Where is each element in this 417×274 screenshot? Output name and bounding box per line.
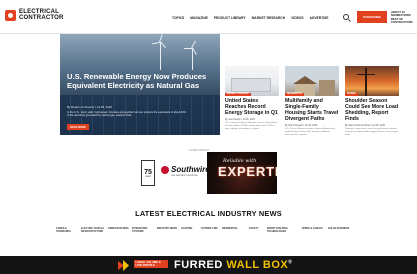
bottom-ad-tagline: LARGE VOLUME & LOW PROFILE [134, 260, 168, 269]
category-tag[interactable]: RESIDENTIAL [285, 92, 305, 96]
article-title[interactable]: United States Reaches Record Energy Stor… [225, 98, 279, 117]
nav-item-advertise[interactable]: ADVERTISE [310, 16, 329, 20]
nav-item-product-library[interactable]: PRODUCT LIBRARY [214, 16, 246, 20]
site-logo[interactable]: ELECTRICAL CONTRACTOR [5, 9, 64, 22]
subscribe-button[interactable]: SUBSCRIBE [357, 11, 387, 23]
category-link[interactable]: WIRES & CABLES [302, 227, 328, 230]
category-link[interactable]: CODES & STANDARDS [56, 227, 82, 233]
latest-news-heading: LATEST ELECTRICAL INDUSTRY NEWS [135, 209, 282, 218]
main-nav: TOPICS MAGAZINE PRODUCT LIBRARY MARKET R… [172, 16, 334, 20]
hero-byline: By Modern Contractor | Jul 28, 2025 [67, 105, 112, 109]
hero-description: In the U.S., wind, solar, hydropower, bi… [67, 111, 187, 118]
turbine-blade [184, 48, 192, 49]
category-link[interactable]: RESIDENTIAL [222, 227, 248, 230]
nav-item-videos[interactable]: VIDEOS [291, 16, 303, 20]
southwire-ad[interactable]: 75 YEARS Southwire ONE PARTNER. EXPERTIS… [141, 152, 277, 194]
article-image[interactable]: RESIDENTIAL [285, 66, 339, 96]
nav-item-topics[interactable]: TOPICS [172, 16, 184, 20]
hero-title[interactable]: U.S. Renewable Energy Now Produces Equiv… [67, 72, 217, 90]
category-nav: CODES & STANDARDS ELECTRIC VEHICLE INFRA… [56, 227, 356, 239]
category-tag[interactable]: ENERGY STORAGE [225, 92, 251, 96]
bottom-ad-product: FURRED WALL BOX® [174, 259, 292, 271]
badge-number: 75 [144, 168, 152, 176]
category-link[interactable]: ELECTRIC VEHICLE INFRASTRUCTURE [81, 227, 107, 233]
ad-brand-sub: ONE PARTNER. EXPERTISE. [171, 175, 199, 177]
power-line-image [357, 74, 375, 75]
article-image[interactable]: ENERGY STORAGE [225, 66, 279, 96]
article-description: U.S. Census Bureau numbers show multifam… [285, 128, 335, 137]
wind-turbine-image [160, 42, 161, 70]
article-title[interactable]: Shoulder Season Could See More Load Shed… [345, 98, 399, 123]
category-link[interactable]: GREEN BUILDING [108, 227, 134, 230]
header-promo[interactable]: ABOUT 40 NOMINATIONS BEST OF CONTRACTORS [391, 10, 417, 25]
turbine-blade [152, 42, 161, 45]
search-icon[interactable] [343, 14, 349, 20]
product-prefix: FURRED [174, 259, 227, 271]
read-more-button[interactable]: READ MORE [67, 124, 89, 130]
category-tag[interactable]: POWER [345, 92, 358, 96]
house-roof-image [293, 76, 317, 84]
ad-headline: EXPERTISE [218, 164, 277, 179]
southwire-logo-icon [161, 166, 169, 174]
article-byline: By Mia Schneider | Jul 25, 2025 [285, 124, 318, 127]
site-header: ELECTRICAL CONTRACTOR TOPICS MAGAZINE PR… [0, 0, 417, 34]
badge-sub: YEARS [144, 175, 152, 178]
brand-mark-icon [123, 260, 129, 271]
article-description: Demand is expected to strain the grid du… [345, 128, 398, 137]
logo-line-2: CONTRACTOR [19, 15, 64, 22]
anniversary-badge: 75 YEARS [141, 160, 155, 186]
article-title[interactable]: Multifamily and Single-Family Housing St… [285, 98, 339, 123]
nav-item-magazine[interactable]: MAGAZINE [190, 16, 208, 20]
article-byline: By Joel Joseph | Jul 28, 2025 [225, 118, 255, 121]
wind-turbine-image [192, 48, 193, 70]
article-description: U.S. energy storage installations saw re… [225, 122, 278, 131]
category-link[interactable]: SMART BUILDING TECHNOLOGIES [267, 227, 293, 233]
category-link[interactable]: INDUSTRY NEWS [157, 227, 183, 230]
category-link[interactable]: INTEGRATED SYSTEMS [132, 227, 158, 233]
trademark: ® [288, 259, 293, 266]
promo-line: BEST OF CONTRACTORS [391, 16, 413, 25]
ad-brand: Southwire [171, 165, 210, 174]
logo-wordmark: ELECTRICAL CONTRACTOR [19, 9, 64, 22]
article-card[interactable]: RESIDENTIAL Multifamily and Single-Famil… [285, 66, 339, 137]
battery-storage-image [231, 78, 271, 92]
bottom-ad-content: LARGE VOLUME & LOW PROFILE FURRED WALL B… [118, 259, 298, 273]
article-card[interactable]: ENERGY STORAGE United States Reaches Rec… [225, 66, 279, 131]
category-link[interactable]: SOLAR BUSINESS [328, 227, 354, 230]
power-tower-image [365, 68, 367, 96]
bottom-ad-banner[interactable]: LARGE VOLUME & LOW PROFILE FURRED WALL B… [0, 256, 417, 274]
article-image[interactable]: POWER [345, 66, 399, 96]
article-card[interactable]: POWER Shoulder Season Could See More Loa… [345, 66, 399, 137]
logo-mark-icon [5, 9, 16, 21]
nav-item-market-research[interactable]: MARKET RESEARCH [252, 16, 286, 20]
article-byline: By Katie Kuehner-Hebert | Jul 28, 2025 [345, 124, 385, 127]
hero-feature[interactable]: U.S. Renewable Energy Now Produces Equiv… [60, 34, 220, 135]
house-image [319, 80, 335, 96]
product-accent: WALL BOX [226, 259, 289, 271]
